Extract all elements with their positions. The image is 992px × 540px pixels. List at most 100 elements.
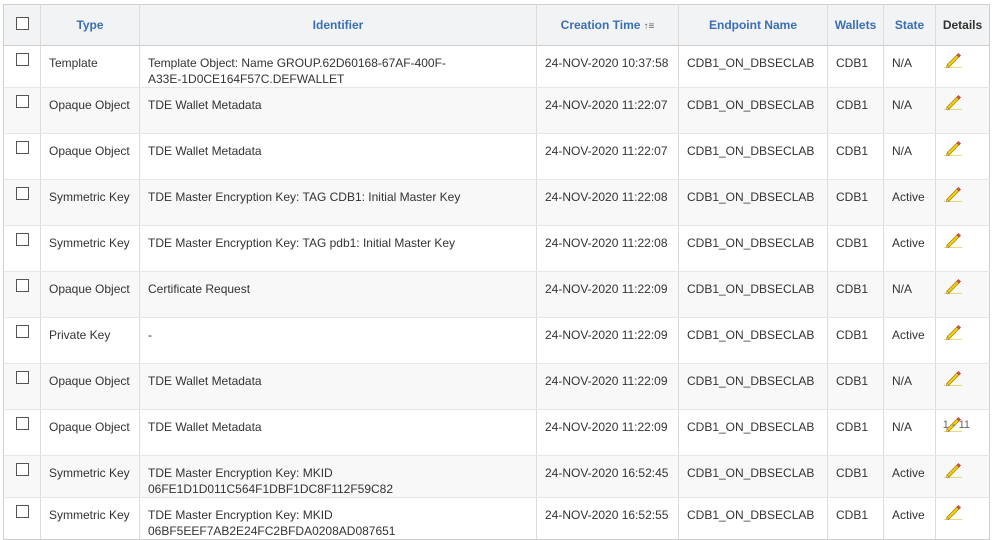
cell-state: N/A xyxy=(883,133,936,180)
table-row: Symmetric Key TDE Master Encryption Key: … xyxy=(3,497,990,540)
row-select-cell xyxy=(3,409,41,456)
cell-details xyxy=(935,87,990,134)
cell-details xyxy=(935,225,990,272)
cell-identifier: - xyxy=(139,317,537,364)
cell-creation-time: 24-NOV-2020 10:37:58 xyxy=(536,45,679,88)
cell-state: Active xyxy=(883,317,936,364)
cell-identifier: TDE Master Encryption Key: MKID 06FE1D1D0… xyxy=(139,455,537,498)
keys-table-container: Type Identifier Creation Time ↑≡ Endpoint… xyxy=(3,4,990,540)
cell-state: N/A xyxy=(883,45,936,88)
cell-details xyxy=(935,409,990,456)
row-checkbox[interactable] xyxy=(15,505,29,518)
row-checkbox[interactable] xyxy=(15,371,29,384)
cell-identifier: TDE Wallet Metadata xyxy=(139,133,537,180)
table-row: Opaque Object TDE Wallet Metadata 24-NOV-2… xyxy=(3,133,990,180)
cell-wallet: CDB1 xyxy=(827,133,884,180)
cell-state: Active xyxy=(883,497,936,540)
identifier-line: TDE Wallet Metadata xyxy=(148,98,262,112)
cell-state: N/A xyxy=(883,271,936,318)
cell-type: Opaque Object xyxy=(40,363,140,410)
identifier-line: TDE Master Encryption Key: TAG CDB1: Ini… xyxy=(148,190,461,204)
cell-creation-time: 24-NOV-2020 11:22:09 xyxy=(536,317,679,364)
pencil-edit-icon[interactable] xyxy=(944,232,962,249)
row-select-cell xyxy=(3,455,41,498)
row-checkbox[interactable] xyxy=(15,325,29,338)
table-row: Template Template Object: Name GROUP.62D6… xyxy=(3,45,990,88)
table-row: Opaque Object TDE Wallet Metadata 24-NOV-2… xyxy=(3,363,990,410)
identifier-line: TDE Wallet Metadata xyxy=(148,420,262,434)
table-row: Symmetric Key TDE Master Encryption Key: … xyxy=(3,179,990,226)
cell-identifier: TDE Master Encryption Key: TAG pdb1: Ini… xyxy=(139,225,537,272)
row-checkbox[interactable] xyxy=(15,53,29,66)
pencil-edit-icon[interactable] xyxy=(944,52,962,69)
identifier-line: 06BF5EEF7AB2E24FC2BFDA0208AD087651 xyxy=(148,524,396,538)
cell-wallet: CDB1 xyxy=(827,179,884,226)
pencil-edit-icon[interactable] xyxy=(944,94,962,111)
table-row: Private Key - 24-NOV-2020 11:22:09 CDB1_ON_… xyxy=(3,317,990,364)
cell-wallet: CDB1 xyxy=(827,271,884,318)
cell-details xyxy=(935,363,990,410)
identifier-line: TDE Wallet Metadata xyxy=(148,144,262,158)
cell-endpoint-name: CDB1_ON_DBSECLAB xyxy=(678,497,828,540)
cell-creation-time: 24-NOV-2020 11:22:09 xyxy=(536,271,679,318)
row-checkbox[interactable] xyxy=(15,233,29,246)
cell-wallet: CDB1 xyxy=(827,45,884,88)
row-select-cell xyxy=(3,363,41,410)
row-checkbox[interactable] xyxy=(15,463,29,476)
pencil-edit-icon[interactable] xyxy=(944,324,962,341)
row-checkbox[interactable] xyxy=(15,95,29,108)
column-header-details: Details xyxy=(935,4,990,46)
cell-details xyxy=(935,497,990,540)
identifier-line: TDE Wallet Metadata xyxy=(148,374,262,388)
column-header-endpoint-name[interactable]: Endpoint Name xyxy=(678,4,828,46)
cell-type: Symmetric Key xyxy=(40,497,140,540)
row-select-cell xyxy=(3,271,41,318)
cell-endpoint-name: CDB1_ON_DBSECLAB xyxy=(678,87,828,134)
table-header-row: Type Identifier Creation Time ↑≡ Endpoint… xyxy=(3,4,990,46)
cell-details xyxy=(935,317,990,364)
cell-creation-time: 24-NOV-2020 16:52:55 xyxy=(536,497,679,540)
table-body: Template Template Object: Name GROUP.62D6… xyxy=(3,45,990,540)
pencil-edit-icon[interactable] xyxy=(944,504,962,521)
cell-identifier: TDE Wallet Metadata xyxy=(139,363,537,410)
cell-identifier: TDE Wallet Metadata xyxy=(139,409,537,456)
identifier-line: TDE Master Encryption Key: TAG pdb1: Ini… xyxy=(148,236,456,250)
cell-identifier: Template Object: Name GROUP.62D60168-67A… xyxy=(139,45,537,88)
cell-state: N/A xyxy=(883,409,936,456)
cell-state: Active xyxy=(883,225,936,272)
identifier-line: Certificate Request xyxy=(148,282,251,296)
cell-endpoint-name: CDB1_ON_DBSECLAB xyxy=(678,179,828,226)
column-header-state[interactable]: State xyxy=(883,4,936,46)
cell-identifier: TDE Wallet Metadata xyxy=(139,87,537,134)
cell-state: Active xyxy=(883,179,936,226)
cell-endpoint-name: CDB1_ON_DBSECLAB xyxy=(678,271,828,318)
row-select-cell xyxy=(3,317,41,364)
cell-endpoint-name: CDB1_ON_DBSECLAB xyxy=(678,409,828,456)
column-header-creation-time[interactable]: Creation Time ↑≡ xyxy=(536,4,679,46)
cell-wallet: CDB1 xyxy=(827,225,884,272)
row-checkbox[interactable] xyxy=(15,187,29,200)
row-checkbox[interactable] xyxy=(15,141,29,154)
column-header-identifier[interactable]: Identifier xyxy=(139,4,537,46)
pencil-edit-icon[interactable] xyxy=(944,186,962,203)
pencil-edit-icon[interactable] xyxy=(944,278,962,295)
pencil-edit-icon[interactable] xyxy=(944,140,962,157)
cell-details xyxy=(935,455,990,498)
pencil-edit-icon[interactable] xyxy=(944,370,962,387)
pencil-edit-icon[interactable] xyxy=(944,462,962,479)
row-select-cell xyxy=(3,45,41,88)
cell-type: Opaque Object xyxy=(40,133,140,180)
row-checkbox[interactable] xyxy=(15,417,29,430)
cell-details xyxy=(935,179,990,226)
cell-type: Symmetric Key xyxy=(40,225,140,272)
pagination-range: 1 - 11 xyxy=(942,419,970,431)
cell-details xyxy=(935,45,990,88)
column-header-wallets[interactable]: Wallets xyxy=(827,4,884,46)
column-header-type[interactable]: Type xyxy=(40,4,140,46)
row-checkbox[interactable] xyxy=(15,279,29,292)
cell-endpoint-name: CDB1_ON_DBSECLAB xyxy=(678,455,828,498)
cell-type: Template xyxy=(40,45,140,88)
select-all-checkbox[interactable] xyxy=(15,17,29,30)
cell-wallet: CDB1 xyxy=(827,363,884,410)
sort-ascending-icon[interactable]: ↑≡ xyxy=(643,21,654,32)
